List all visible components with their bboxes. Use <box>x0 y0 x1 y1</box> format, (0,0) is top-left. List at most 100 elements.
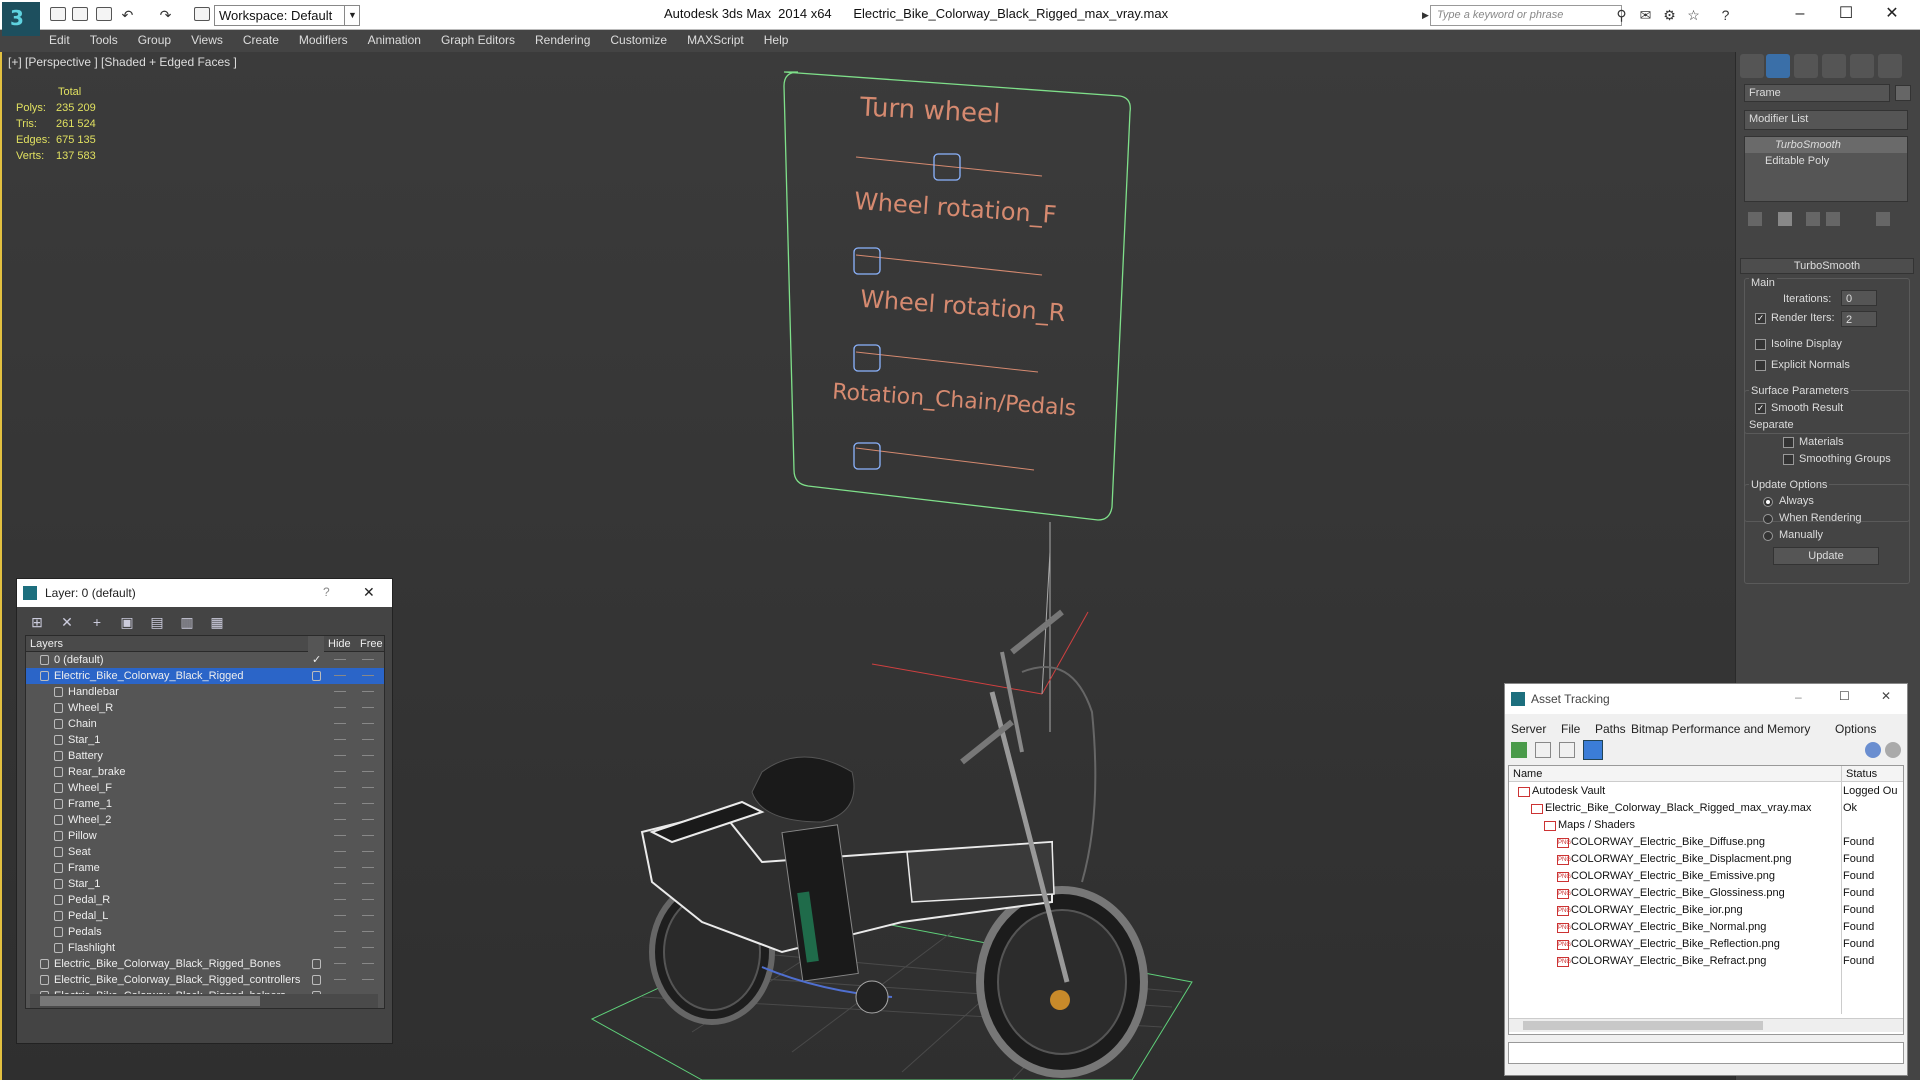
hide-toggle[interactable] <box>334 691 346 692</box>
hide-toggle[interactable] <box>334 883 346 884</box>
render-iters-spinner[interactable]: 2 <box>1841 311 1877 327</box>
freeze-toggle[interactable] <box>362 883 374 884</box>
asset-row[interactable]: PNG COLORWAY_Electric_Bike_Emissive.png Fo… <box>1509 868 1903 885</box>
asset-menu-server[interactable]: Server <box>1511 722 1546 736</box>
redo-icon[interactable]: ↷ <box>158 8 173 22</box>
chevron-down-icon[interactable]: ▼ <box>344 5 360 26</box>
make-unique-icon[interactable] <box>1806 212 1820 226</box>
asset-menu-paths[interactable]: Paths <box>1595 722 1626 736</box>
modify-tab-icon[interactable] <box>1766 54 1790 78</box>
freeze-toggle[interactable] <box>362 739 374 740</box>
hierarchy-tab-icon[interactable] <box>1794 54 1818 78</box>
freeze-toggle[interactable] <box>362 803 374 804</box>
hide-toggle[interactable] <box>334 771 346 772</box>
iterations-spinner[interactable]: 0 <box>1841 290 1877 306</box>
current-layer-toggle-icon[interactable] <box>312 671 321 681</box>
app-menu-button[interactable]: 3 <box>2 2 40 36</box>
undo-icon[interactable]: ↶ <box>120 8 135 22</box>
utilities-tab-icon[interactable] <box>1878 54 1902 78</box>
open-file-icon[interactable] <box>72 7 88 21</box>
hide-toggle[interactable] <box>334 675 346 676</box>
asset-row[interactable]: Maps / Shaders <box>1509 817 1903 834</box>
layer-object-row[interactable]: Wheel_2 <box>26 812 384 828</box>
asset-table[interactable]: Name Status Autodesk Vault Logged Ou Elect… <box>1508 765 1904 1035</box>
asset-menu-file[interactable]: File <box>1561 722 1580 736</box>
hide-toggle[interactable] <box>334 867 346 868</box>
layer-row[interactable]: 0 (default) ✓ <box>26 652 384 668</box>
asset-window-titlebar[interactable]: Asset Tracking – ☐ ✕ <box>1505 684 1907 714</box>
display-tab-icon[interactable] <box>1850 54 1874 78</box>
scrollbar-thumb[interactable] <box>40 996 260 1006</box>
update-button[interactable]: Update <box>1773 547 1879 565</box>
freeze-toggle[interactable] <box>362 835 374 836</box>
binoculars-icon[interactable]: ⚲ <box>1614 8 1629 22</box>
menu-group[interactable]: Group <box>129 30 180 50</box>
exchange-apps-icon[interactable]: ⚙ <box>1662 8 1677 22</box>
freeze-toggle[interactable] <box>362 691 374 692</box>
asset-row[interactable]: PNG COLORWAY_Electric_Bike_Normal.png Foun… <box>1509 919 1903 936</box>
col-header-freeze[interactable]: Free <box>356 636 384 652</box>
menu-graph-editors[interactable]: Graph Editors <box>432 30 524 50</box>
freeze-toggle[interactable] <box>362 979 374 980</box>
menu-modifiers[interactable]: Modifiers <box>290 30 357 50</box>
menu-customize[interactable]: Customize <box>601 30 676 50</box>
layer-object-row[interactable]: Handlebar <box>26 684 384 700</box>
current-layer-check-icon[interactable]: ✓ <box>312 652 321 668</box>
vault-help-icon[interactable] <box>1865 742 1881 758</box>
freeze-toggle[interactable] <box>362 723 374 724</box>
thumbnail-view-icon[interactable] <box>1559 742 1575 758</box>
freeze-toggle[interactable] <box>362 819 374 820</box>
smooth-result-checkbox[interactable]: ✓ <box>1755 403 1766 414</box>
stack-item-turbosmooth[interactable]: TurboSmooth <box>1745 137 1907 153</box>
freeze-toggle[interactable] <box>362 931 374 932</box>
minimize-button[interactable]: – <box>1795 690 1802 704</box>
freeze-toggle[interactable] <box>362 771 374 772</box>
electric-bike-model[interactable] <box>640 609 1148 1078</box>
layer-object-row[interactable]: Star_1 <box>26 732 384 748</box>
hide-toggle[interactable] <box>334 899 346 900</box>
layer-object-row[interactable]: Pillow <box>26 828 384 844</box>
hide-toggle[interactable] <box>334 755 346 756</box>
layer-object-row[interactable]: Wheel_R <box>26 700 384 716</box>
layer-row[interactable]: Electric_Bike_Colorway_Black_Rigged <box>26 668 384 684</box>
materials-checkbox[interactable] <box>1783 437 1794 448</box>
hide-toggle[interactable] <box>334 835 346 836</box>
asset-menu-bitmap[interactable]: Bitmap Performance and Memory <box>1631 722 1810 736</box>
hide-toggle[interactable] <box>334 947 346 948</box>
help-button[interactable]: ? <box>323 585 330 599</box>
layer-row[interactable]: Electric_Bike_Colorway_Black_Rigged_Bone… <box>26 956 384 972</box>
freeze-toggle[interactable] <box>362 867 374 868</box>
hide-all-icon[interactable]: ▥ <box>177 614 197 632</box>
menu-edit[interactable]: Edit <box>40 30 79 50</box>
freeze-toggle[interactable] <box>362 899 374 900</box>
freeze-toggle[interactable] <box>362 787 374 788</box>
freeze-toggle[interactable] <box>362 915 374 916</box>
layer-row[interactable]: Electric_Bike_Colorway_Black_Rigged_cont… <box>26 972 384 988</box>
layer-object-row[interactable]: Rear_brake <box>26 764 384 780</box>
motion-tab-icon[interactable] <box>1822 54 1846 78</box>
select-objects-icon[interactable]: ▣ <box>117 614 137 632</box>
freeze-all-icon[interactable]: ▦ <box>207 614 227 632</box>
configure-sets-icon[interactable] <box>1876 212 1890 226</box>
freeze-toggle[interactable] <box>362 963 374 964</box>
smoothing-groups-checkbox[interactable] <box>1783 454 1794 465</box>
asset-menu-options[interactable]: Options <box>1835 722 1876 736</box>
menu-views[interactable]: Views <box>182 30 232 50</box>
rollout-turbosmooth[interactable]: TurboSmooth <box>1740 258 1914 274</box>
hide-toggle[interactable] <box>334 739 346 740</box>
add-to-layer-icon[interactable]: + <box>87 614 107 632</box>
freeze-toggle[interactable] <box>362 851 374 852</box>
asset-row[interactable]: PNG COLORWAY_Electric_Bike_Glossiness.png… <box>1509 885 1903 902</box>
modifier-stack[interactable]: TurboSmooth Editable Poly <box>1744 136 1908 202</box>
layer-object-row[interactable]: Pedals <box>26 924 384 940</box>
asset-path-field[interactable] <box>1508 1042 1904 1064</box>
transform-gizmo[interactable] <box>871 551 1089 695</box>
always-radio[interactable] <box>1763 497 1773 507</box>
asset-row[interactable]: Electric_Bike_Colorway_Black_Rigged_max_… <box>1509 800 1903 817</box>
modifier-list-dropdown[interactable]: Modifier List <box>1744 110 1908 130</box>
stack-item-editable-poly[interactable]: Editable Poly <box>1745 153 1907 169</box>
menu-maxscript[interactable]: MAXScript <box>678 30 753 50</box>
highlight-selected-icon[interactable]: ▤ <box>147 614 167 632</box>
search-input[interactable]: Type a keyword or phrase <box>1430 5 1622 26</box>
menu-help[interactable]: Help <box>755 30 798 50</box>
